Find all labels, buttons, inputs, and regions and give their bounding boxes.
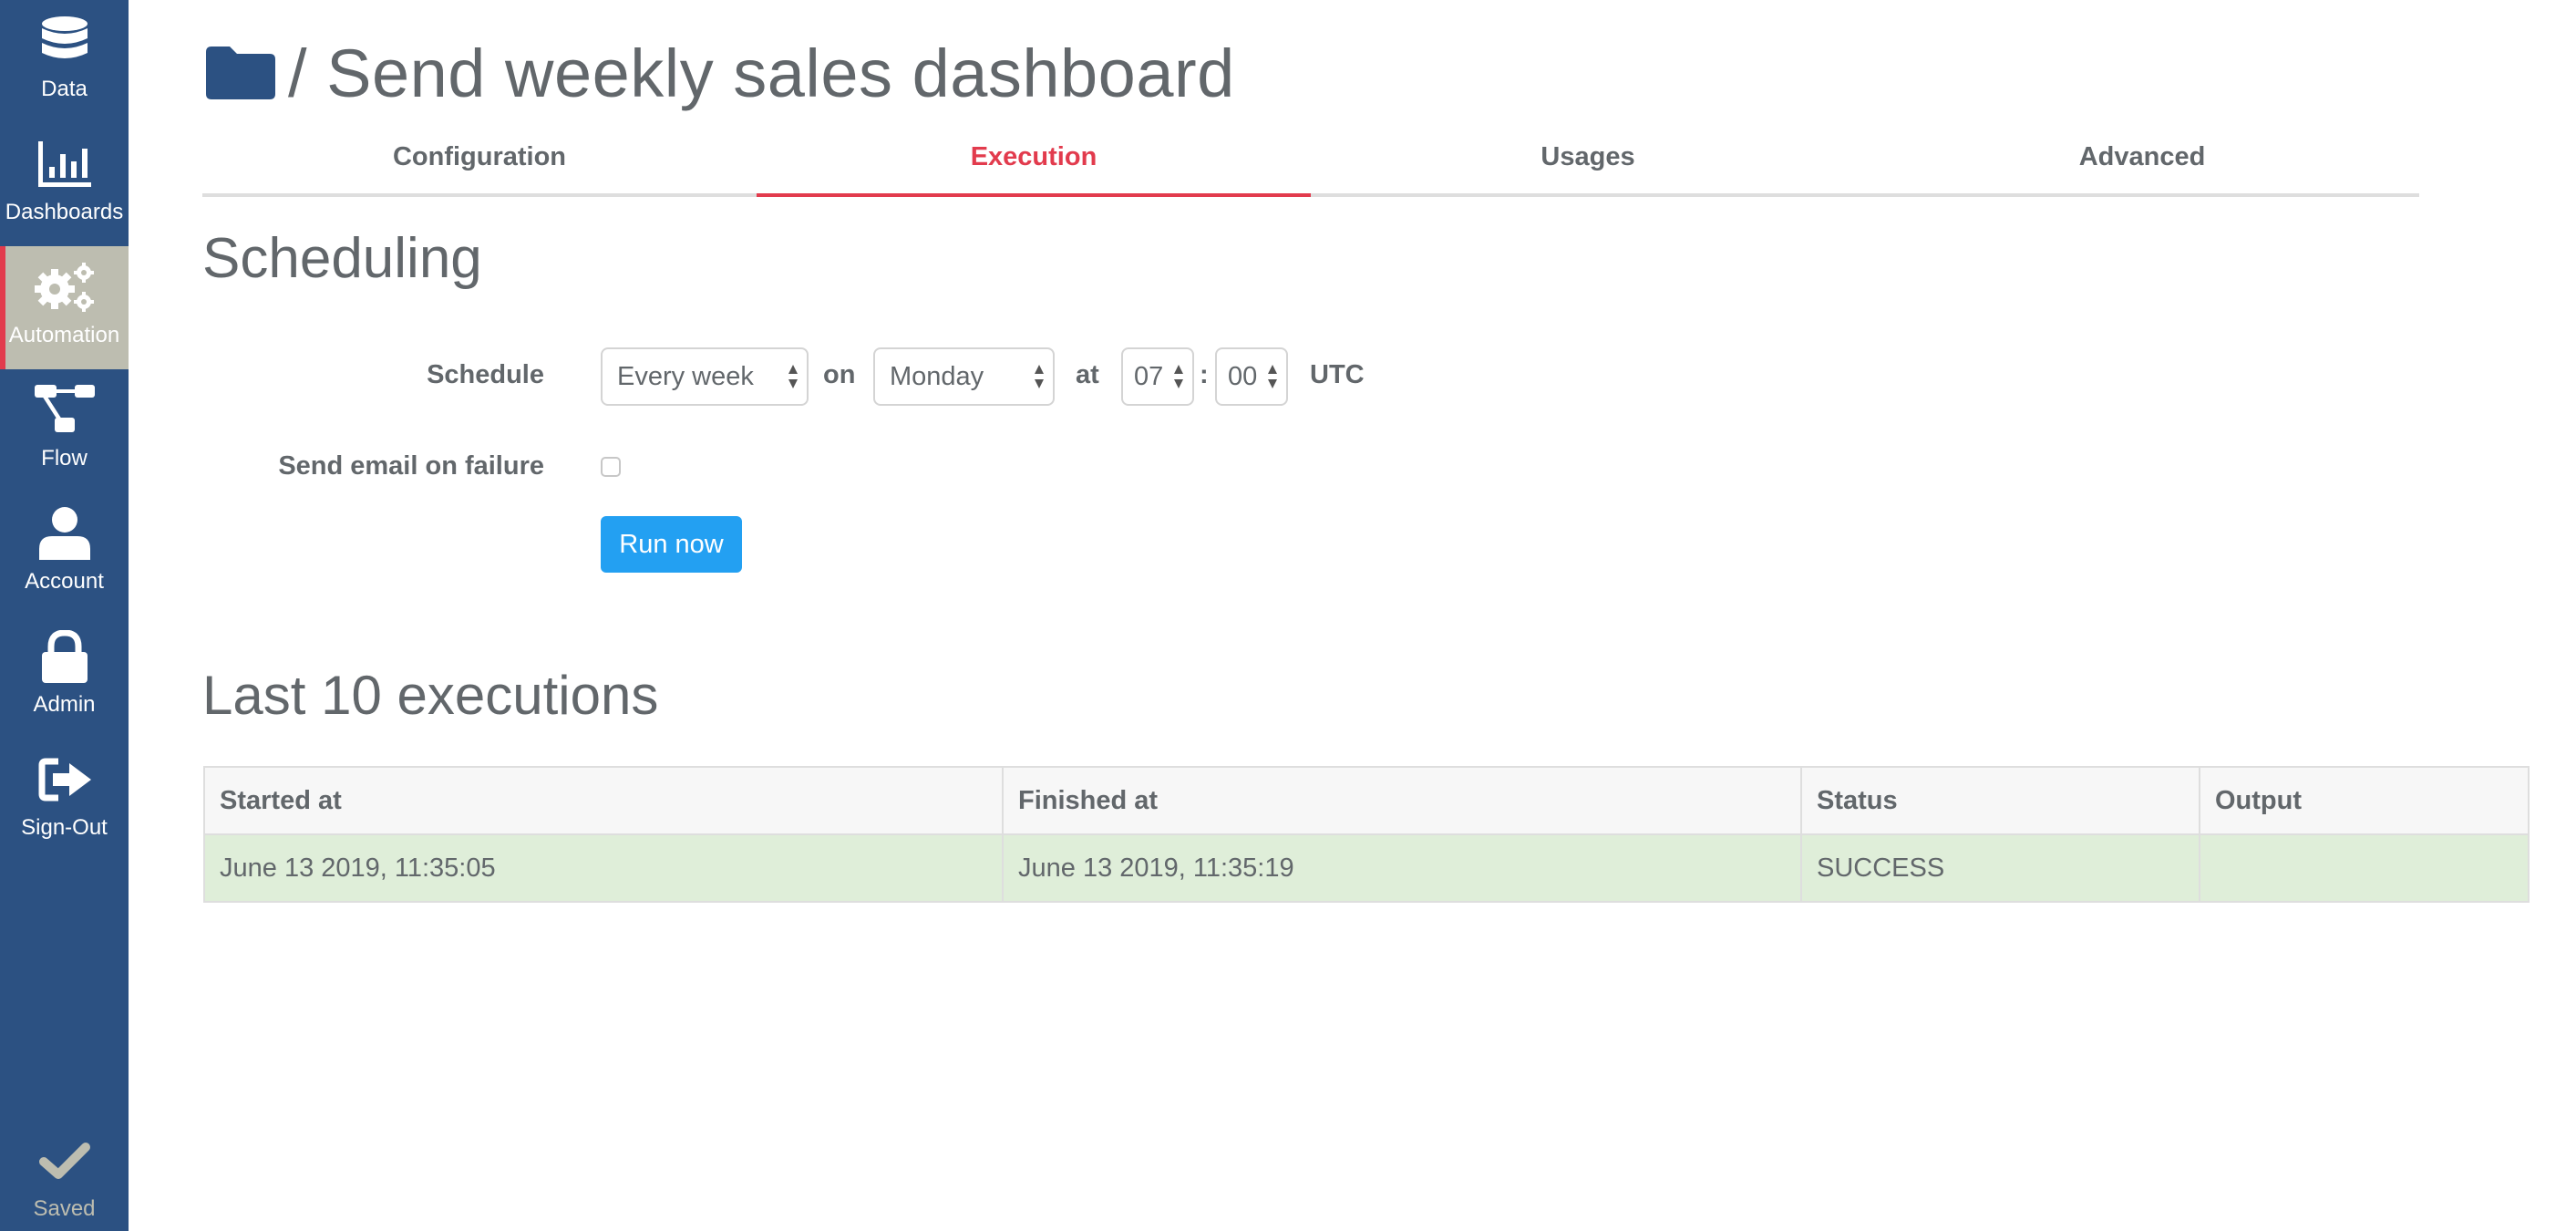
- minute-select[interactable]: 00: [1215, 347, 1288, 406]
- tab-advanced[interactable]: Advanced: [1865, 120, 2419, 193]
- email-on-failure-label: Send email on failure: [278, 451, 544, 481]
- tab-execution[interactable]: Execution: [757, 120, 1311, 197]
- tab-bar: Configuration Execution Usages Advanced: [202, 120, 2419, 197]
- user-icon: [33, 503, 97, 564]
- executions-table: Started at Finished at Status Output Jun…: [203, 766, 2530, 903]
- table-row: June 13 2019, 11:35:05 June 13 2019, 11:…: [203, 833, 2530, 903]
- sidebar-item-label: Automation: [8, 323, 120, 347]
- column-header-finished: Finished at: [1002, 766, 1802, 835]
- scheduling-heading: Scheduling: [202, 227, 482, 290]
- check-icon: [33, 1131, 97, 1191]
- frequency-select[interactable]: Every week: [601, 347, 809, 406]
- tab-usages[interactable]: Usages: [1311, 120, 1865, 193]
- at-label: at: [1076, 360, 1099, 389]
- status-cell: SUCCESS: [1800, 833, 2200, 903]
- sidebar-item-account[interactable]: Account: [0, 492, 129, 616]
- select-arrows-icon: [1174, 365, 1183, 388]
- sidebar-item-admin[interactable]: Admin: [0, 616, 129, 739]
- saved-status: Saved: [0, 1120, 129, 1231]
- column-header-output: Output: [2199, 766, 2530, 835]
- select-arrows-icon: [1268, 365, 1277, 388]
- minute-value: 00: [1228, 361, 1258, 391]
- on-label: on: [823, 360, 856, 389]
- finished-at-cell: June 13 2019, 11:35:19: [1002, 833, 1802, 903]
- sidebar-item-label: Sign-Out: [21, 815, 108, 840]
- output-cell: [2199, 833, 2530, 903]
- select-arrows-icon: [788, 365, 798, 388]
- run-now-button[interactable]: Run now: [601, 516, 742, 573]
- hour-value: 07: [1134, 361, 1164, 391]
- page-title: / Send weekly sales dashboard: [206, 27, 1235, 119]
- sidebar-item-label: Account: [25, 569, 104, 594]
- lock-icon: [33, 626, 97, 687]
- executions-heading: Last 10 executions: [202, 665, 659, 726]
- frequency-value: Every week: [617, 361, 754, 391]
- sidebar-item-label: Data: [41, 77, 88, 101]
- bar-chart-icon: [33, 134, 97, 194]
- hour-select[interactable]: 07: [1121, 347, 1194, 406]
- sidebar-item-flow[interactable]: Flow: [0, 369, 129, 492]
- column-header-status: Status: [1800, 766, 2200, 835]
- tab-configuration[interactable]: Configuration: [202, 120, 757, 193]
- page-title-text: / Send weekly sales dashboard: [288, 35, 1235, 111]
- sidebar-item-label: Admin: [33, 692, 96, 717]
- sidebar-item-sign-out[interactable]: Sign-Out: [0, 739, 129, 862]
- database-icon: [33, 11, 97, 71]
- column-header-started: Started at: [203, 766, 1004, 835]
- gears-icon: [33, 257, 97, 317]
- sign-out-icon: [33, 750, 97, 810]
- table-header-row: Started at Finished at Status Output: [203, 766, 2530, 835]
- timezone-label: UTC: [1310, 360, 1365, 389]
- sidebar-item-data[interactable]: Data: [0, 0, 129, 123]
- day-select[interactable]: Monday: [873, 347, 1055, 406]
- time-separator: :: [1200, 360, 1209, 389]
- sidebar-item-dashboards[interactable]: Dashboards: [0, 123, 129, 246]
- sidebar: Data Dashboards Automation Flow Account: [0, 0, 129, 1231]
- email-on-failure-checkbox[interactable]: [601, 457, 621, 477]
- saved-label: Saved: [33, 1196, 96, 1221]
- started-at-cell: June 13 2019, 11:35:05: [203, 833, 1004, 903]
- schedule-label: Schedule: [427, 360, 544, 389]
- folder-icon[interactable]: [206, 47, 275, 99]
- sidebar-item-automation[interactable]: Automation: [0, 246, 129, 369]
- select-arrows-icon: [1035, 365, 1044, 388]
- day-value: Monday: [890, 361, 984, 391]
- sidebar-item-label: Flow: [41, 446, 88, 471]
- sidebar-item-label: Dashboards: [5, 200, 124, 224]
- flow-icon: [33, 380, 97, 440]
